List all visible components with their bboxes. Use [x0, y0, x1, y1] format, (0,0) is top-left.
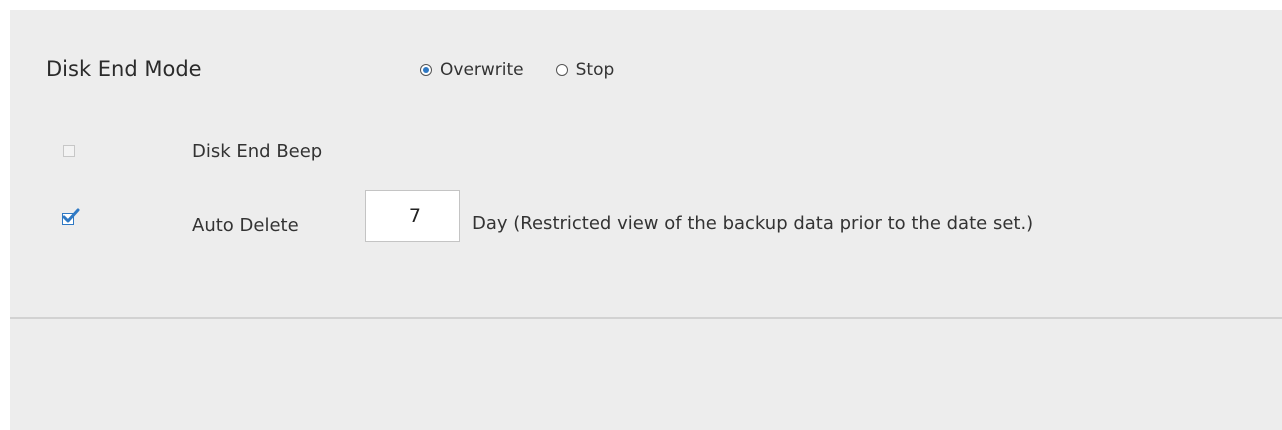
disk-end-mode-label: Disk End Mode [46, 57, 202, 81]
auto-delete-days-input[interactable] [365, 190, 460, 242]
radio-stop-label: Stop [575, 60, 615, 80]
section-divider [10, 317, 1282, 319]
disk-end-mode-radio-group: Overwrite Stop [420, 60, 646, 80]
disk-end-beep-label: Disk End Beep [192, 141, 323, 162]
radio-overwrite-label: Overwrite [440, 60, 524, 80]
disk-end-beep-checkbox[interactable] [63, 145, 75, 157]
settings-panel: Disk End Mode Overwrite Stop Disk End Be… [10, 10, 1282, 430]
radio-stop[interactable]: Stop [555, 60, 615, 80]
auto-delete-checkbox[interactable] [62, 208, 80, 225]
radio-overwrite-icon[interactable] [420, 64, 432, 76]
radio-stop-icon[interactable] [555, 64, 568, 76]
auto-delete-unit-note: Day (Restricted view of the backup data … [472, 213, 1034, 234]
checkmark-icon [62, 208, 80, 223]
radio-overwrite[interactable]: Overwrite [420, 60, 524, 80]
auto-delete-label: Auto Delete [192, 215, 299, 236]
